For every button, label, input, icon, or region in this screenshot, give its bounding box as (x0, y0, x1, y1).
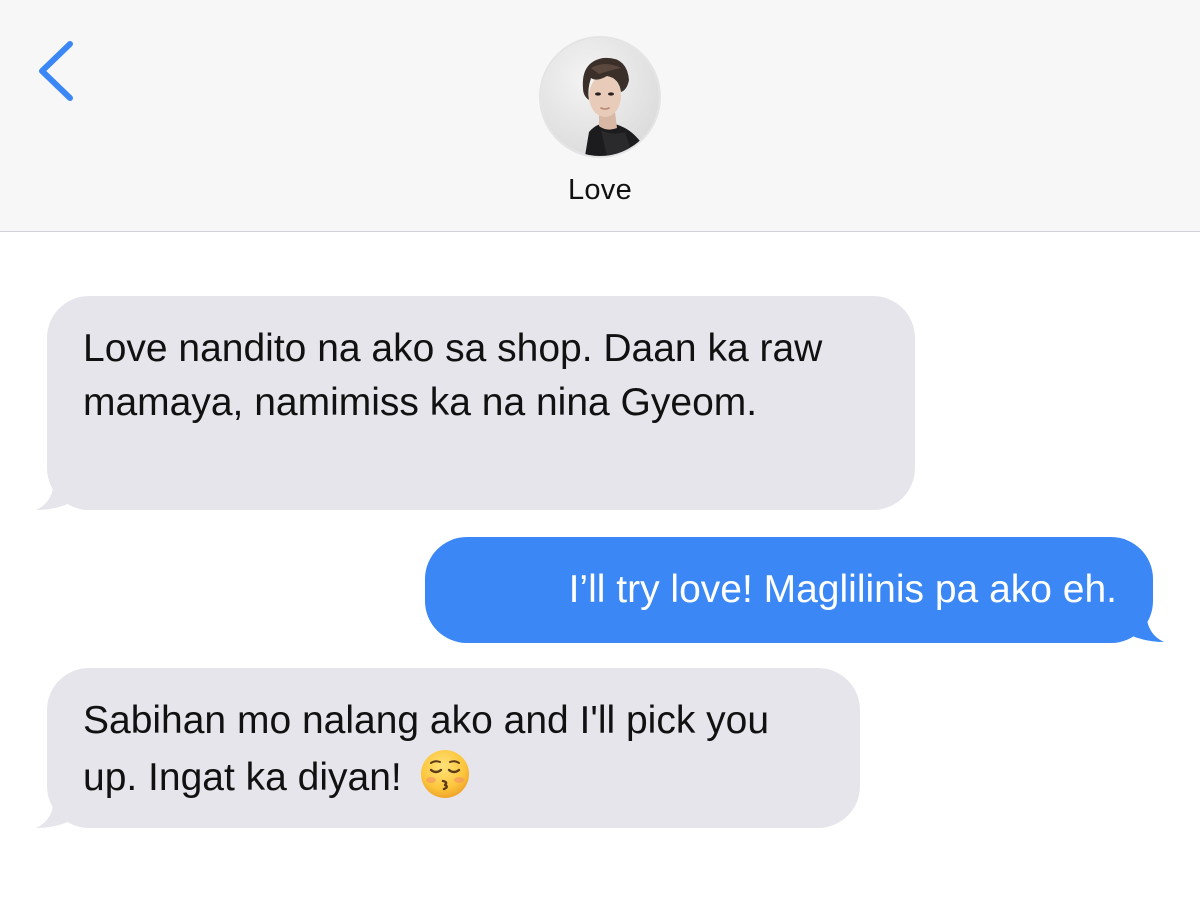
conversation-header: Love (0, 0, 1200, 232)
back-button[interactable] (28, 36, 88, 106)
contact-avatar[interactable] (541, 38, 659, 156)
message-thread[interactable]: Love nandito na ako sa shop. Daan ka raw… (0, 232, 1200, 903)
message-text: Love nandito na ako sa shop. Daan ka raw… (83, 327, 823, 424)
avatar-photo (541, 38, 659, 156)
message-text: I’ll try love! Maglilinis pa ako eh. (568, 568, 1117, 611)
received-message-bubble[interactable]: Love nandito na ako sa shop. Daan ka raw… (47, 296, 915, 510)
chevron-left-icon (39, 41, 73, 101)
contact-name[interactable]: Love (0, 174, 1200, 207)
sent-message-bubble[interactable]: I’ll try love! Maglilinis pa ako eh. (425, 537, 1153, 643)
received-message-bubble[interactable]: Sabihan mo nalang ako and I'll pick you … (47, 668, 860, 828)
kissing-face-icon (420, 750, 469, 798)
